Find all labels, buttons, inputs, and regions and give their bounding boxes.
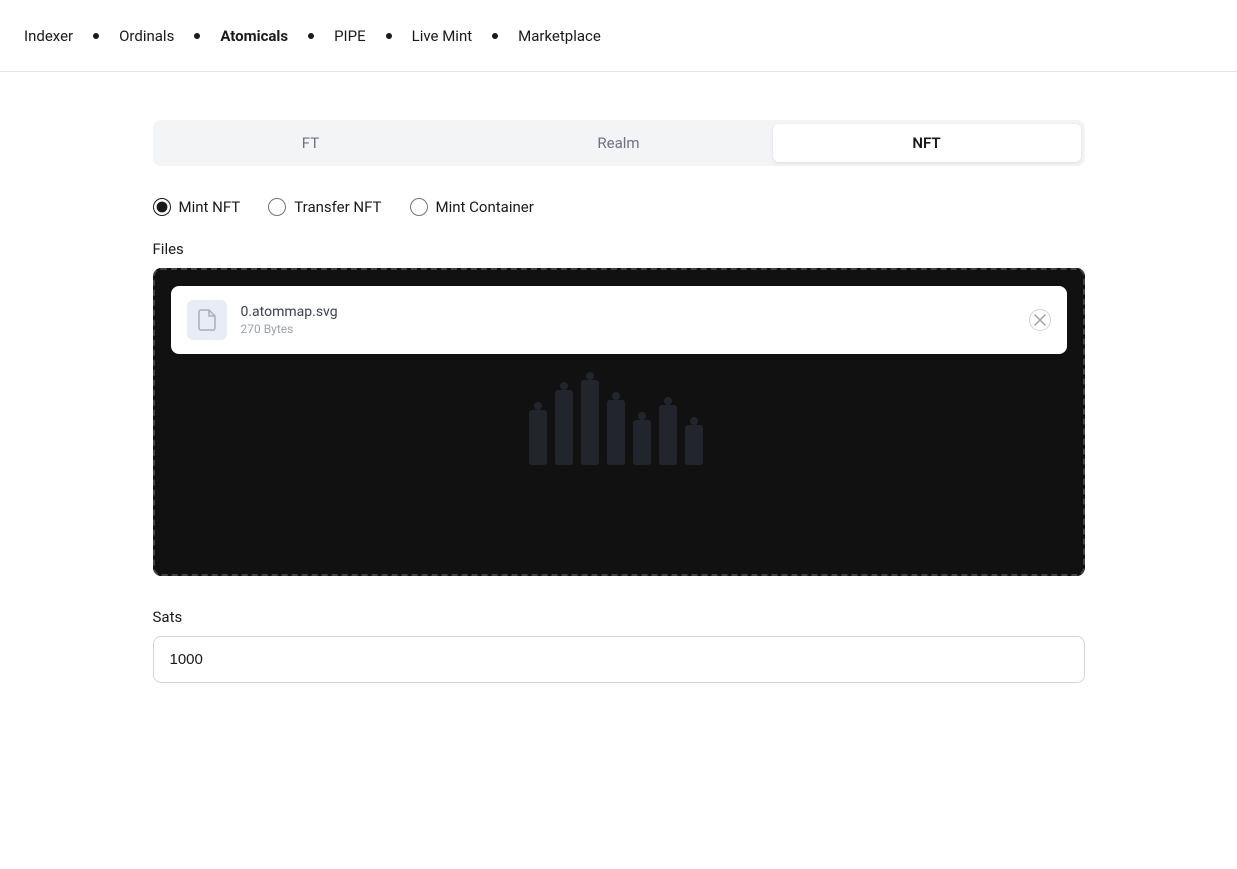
- nav-dot-4: [386, 33, 392, 39]
- files-label: Files: [153, 240, 1085, 258]
- tab-group: FT Realm NFT: [153, 120, 1085, 166]
- radio-label-mint-container[interactable]: Mint Container: [410, 198, 534, 216]
- tab-nft[interactable]: NFT: [773, 124, 1081, 162]
- radio-transfer-nft[interactable]: [268, 198, 286, 216]
- file-remove-button[interactable]: [1029, 309, 1051, 331]
- nav-dot-3: [308, 33, 314, 39]
- radio-mint-nft-label: Mint NFT: [179, 198, 241, 216]
- files-section: Files: [153, 240, 1085, 576]
- file-thumbnail: [187, 300, 227, 340]
- nav-item-marketplace[interactable]: Marketplace: [518, 27, 601, 45]
- nav-item-indexer[interactable]: Indexer: [24, 27, 73, 45]
- nav-item-live-mint[interactable]: Live Mint: [412, 27, 473, 45]
- nav-item-atomicals[interactable]: Atomicals: [220, 27, 288, 45]
- file-dropzone[interactable]: 0.atommap.svg 270 Bytes: [153, 268, 1085, 576]
- radio-transfer-nft-label: Transfer NFT: [294, 198, 381, 216]
- tab-ft[interactable]: FT: [157, 124, 465, 162]
- nav-dot-2: [194, 33, 200, 39]
- sats-section: Sats: [153, 608, 1085, 683]
- main-nav: Indexer Ordinals Atomicals PIPE Live Min…: [0, 0, 1237, 72]
- main-content: FT Realm NFT Mint NFT Transfer NFT Mint …: [129, 72, 1109, 723]
- file-size: 270 Bytes: [241, 322, 1015, 336]
- nav-dot-1: [93, 33, 99, 39]
- radio-group-nft-actions: Mint NFT Transfer NFT Mint Container: [153, 198, 1085, 216]
- file-name: 0.atommap.svg: [241, 304, 1015, 320]
- nav-item-ordinals[interactable]: Ordinals: [119, 27, 174, 45]
- sats-input[interactable]: [153, 636, 1085, 683]
- tab-realm[interactable]: Realm: [465, 124, 773, 162]
- radio-mint-nft[interactable]: [153, 198, 171, 216]
- radio-label-transfer-nft[interactable]: Transfer NFT: [268, 198, 381, 216]
- nav-dot-5: [492, 33, 498, 39]
- sats-label: Sats: [153, 608, 1085, 626]
- radio-mint-container[interactable]: [410, 198, 428, 216]
- file-info: 0.atommap.svg 270 Bytes: [241, 304, 1015, 336]
- radio-label-mint-nft[interactable]: Mint NFT: [153, 198, 241, 216]
- radio-mint-container-label: Mint Container: [436, 198, 534, 216]
- nav-item-pipe[interactable]: PIPE: [334, 27, 366, 45]
- file-item: 0.atommap.svg 270 Bytes: [171, 286, 1067, 354]
- dropzone-watermark: [519, 360, 719, 484]
- file-icon: [195, 308, 219, 332]
- close-icon: [1034, 314, 1046, 326]
